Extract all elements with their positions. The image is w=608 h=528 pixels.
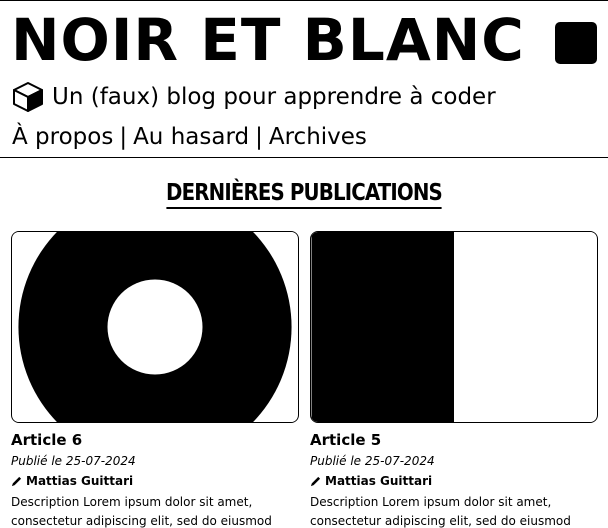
nav-separator: | — [255, 124, 263, 150]
pencil-icon — [310, 476, 321, 486]
cube-icon — [13, 82, 43, 112]
section-title: DERNIÈRES PUBLICATIONS — [43, 176, 566, 210]
article-author-name: Mattias Guittari — [26, 474, 134, 488]
section-title-text: DERNIÈRES PUBLICATIONS — [166, 180, 443, 209]
article-card[interactable]: Article 5 Publié le 25-07-2024 Mattias G… — [310, 231, 598, 528]
article-thumbnail-ring[interactable] — [11, 231, 299, 423]
nav-link-random[interactable]: Au hasard — [133, 124, 249, 150]
article-author-name: Mattias Guittari — [325, 474, 433, 488]
article-title[interactable]: Article 6 — [11, 430, 299, 450]
nav-link-archives[interactable]: Archives — [269, 124, 367, 150]
article-date: Publié le 25-07-2024 — [11, 454, 136, 468]
article-author: Mattias Guittari — [310, 473, 598, 489]
nav-link-about[interactable]: À propos — [12, 124, 113, 150]
article-description: Description Lorem ipsum dolor sit amet, … — [310, 495, 571, 528]
article-date: Publié le 25-07-2024 — [310, 454, 435, 468]
article-title[interactable]: Article 5 — [310, 430, 598, 450]
article-card[interactable]: Article 6 Publié le 25-07-2024 Mattias G… — [11, 231, 299, 528]
theme-toggle-icon[interactable] — [555, 22, 597, 64]
article-description: Description Lorem ipsum dolor sit amet, … — [11, 495, 272, 528]
site-title[interactable]: NOIR ET BLANC — [11, 3, 525, 77]
tagline-text: Un (faux) blog pour apprendre à coder — [52, 84, 496, 110]
nav-separator: | — [119, 124, 128, 150]
site-header: NOIR ET BLANC Un (faux) blog pour appren… — [0, 0, 608, 158]
page: NOIR ET BLANC Un (faux) blog pour appren… — [0, 0, 608, 528]
tagline: Un (faux) blog pour apprendre à coder — [12, 80, 496, 114]
article-thumbnail-half[interactable] — [310, 231, 598, 423]
article-author: Mattias Guittari — [11, 473, 299, 489]
main-nav: À propos | Au hasard | Archives — [12, 120, 367, 154]
pencil-icon — [11, 476, 22, 486]
